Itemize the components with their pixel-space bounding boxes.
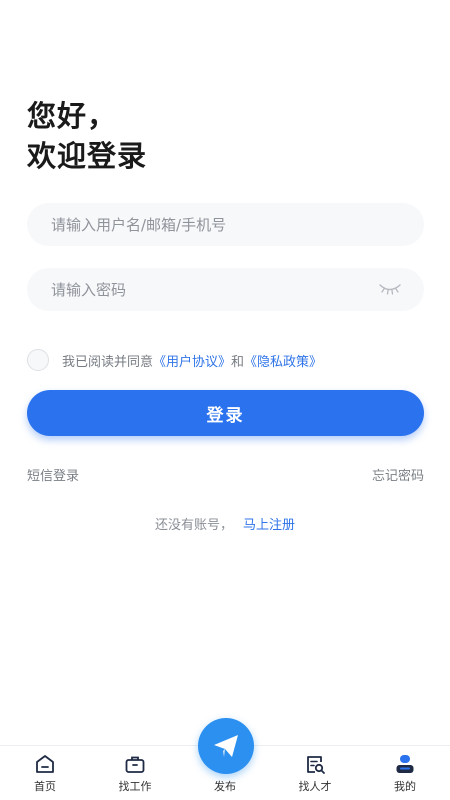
paper-plane-icon <box>214 735 238 757</box>
briefcase-icon <box>125 756 145 773</box>
publish-fab-button[interactable] <box>198 718 254 774</box>
agreement-row: 我已阅读并同意 《用户协议》 和 《隐私政策》 <box>27 349 322 371</box>
agreement-and: 和 <box>231 354 245 370</box>
greeting-line-2: 欢迎登录 <box>27 139 148 173</box>
register-row: 还没有账号， 马上注册 <box>0 514 450 533</box>
tab-find-talent-label: 找人才 <box>298 780 332 793</box>
agreement-prefix: 我已阅读并同意 <box>62 354 154 370</box>
agreement-checkbox[interactable] <box>27 349 49 371</box>
home-icon <box>36 755 54 773</box>
tab-publish-label: 发布 <box>214 780 236 793</box>
register-prompt: 还没有账号， <box>154 518 233 533</box>
sms-login-link[interactable]: 短信登录 <box>27 465 79 484</box>
tab-mine[interactable]: 我的 <box>360 746 450 800</box>
greeting-line-1: 您好， <box>27 99 118 133</box>
username-input[interactable] <box>27 203 424 246</box>
user-agreement-link[interactable]: 《用户协议》 <box>153 351 231 370</box>
tab-home-label: 首页 <box>34 780 56 793</box>
tab-home[interactable]: 首页 <box>0 746 90 800</box>
forgot-password-link[interactable]: 忘记密码 <box>372 465 424 484</box>
eye-closed-icon[interactable] <box>378 282 402 296</box>
password-input[interactable] <box>27 268 424 311</box>
tab-mine-label: 我的 <box>394 780 416 793</box>
tab-find-talent[interactable]: 找人才 <box>270 746 360 800</box>
resume-search-icon <box>307 756 325 774</box>
login-button[interactable]: 登录 <box>27 390 424 436</box>
privacy-policy-link[interactable]: 《隐私政策》 <box>244 351 322 370</box>
user-icon <box>396 755 414 773</box>
tab-find-job-label: 找工作 <box>118 780 152 793</box>
greeting: 您好， 欢迎登录 <box>27 96 147 176</box>
password-field-wrapper <box>27 268 424 311</box>
username-field-wrapper <box>27 203 424 246</box>
secondary-links: 短信登录 忘记密码 <box>27 465 424 484</box>
tab-find-job[interactable]: 找工作 <box>90 746 180 800</box>
register-link[interactable]: 马上注册 <box>243 518 295 533</box>
